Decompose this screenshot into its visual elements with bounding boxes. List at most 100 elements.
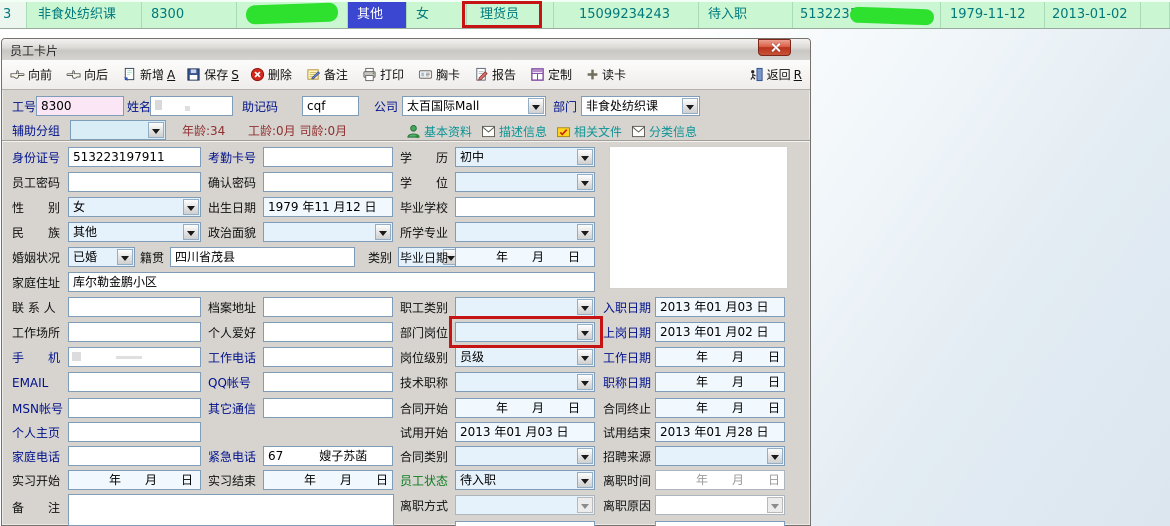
contract-start-field[interactable]: 年 月 日 — [455, 398, 595, 418]
birth-date-field[interactable]: 1979 年11 月12 日 — [263, 197, 393, 217]
home-phone-field[interactable] — [68, 446, 201, 466]
empno-field[interactable]: 8300 — [36, 96, 124, 116]
table-cell-status[interactable]: 待入职 — [699, 2, 793, 28]
major-select[interactable] — [455, 222, 595, 242]
native-place-field[interactable]: 四川省茂县 — [170, 247, 355, 267]
table-cell-empty[interactable] — [1141, 2, 1170, 28]
email-label: EMAIL — [12, 376, 48, 390]
toolbar-button-print[interactable]: 打印 — [362, 66, 407, 83]
onboard-date-field[interactable]: 2013 年01 月02 日 — [655, 322, 785, 342]
chevron-down-icon[interactable] — [183, 224, 199, 240]
tab-related-files[interactable]: 相关文件 — [556, 123, 622, 140]
gender-select[interactable]: 女 — [68, 197, 201, 217]
emp-status-select[interactable]: 待入职 — [455, 470, 595, 490]
grad-date-field[interactable]: 年 月 日 — [455, 247, 595, 267]
table-cell-empno[interactable]: 8300 — [142, 2, 237, 28]
chevron-down-icon[interactable] — [577, 374, 593, 390]
chevron-down-icon[interactable] — [577, 299, 593, 315]
ethnicity-select[interactable]: 其他 — [68, 222, 201, 242]
position-level-value: 员级 — [460, 350, 484, 364]
id-number-field[interactable]: 513223197911 — [68, 147, 201, 167]
table-cell-department[interactable]: 非食处纺织课 — [27, 2, 142, 28]
chevron-down-icon[interactable] — [148, 122, 164, 138]
toolbar-button-delete[interactable]: 删除 — [250, 66, 295, 83]
chevron-down-icon[interactable] — [183, 199, 199, 215]
toolbar-button-forward[interactable]: 向前 — [10, 66, 55, 83]
table-cell-ethnicity-selected[interactable]: 其他 — [348, 2, 407, 28]
row-number-cell[interactable]: 3 — [0, 2, 27, 28]
remark-textarea[interactable] — [68, 494, 394, 526]
work-date-field[interactable]: 年 月 日 — [655, 347, 785, 367]
toolbar-button-save[interactable]: 保存S — [186, 66, 239, 83]
confirm-password-field[interactable] — [263, 172, 393, 192]
home-address-field[interactable]: 库尔勒金鹏小区 — [68, 272, 595, 292]
toolbar-button-readcard[interactable]: 读卡 — [586, 66, 629, 83]
toolbar-button-backward[interactable]: 向后 — [66, 66, 111, 83]
mnemonic-field[interactable]: cqf — [302, 96, 359, 116]
toolbar-button-customize[interactable]: 定制 — [530, 66, 575, 83]
table-cell-gender[interactable]: 女 — [407, 2, 467, 28]
dialog-titlebar[interactable] — [2, 39, 810, 60]
table-cell-birthdate[interactable]: 1979-11-12 — [941, 2, 1045, 28]
workplace-field[interactable] — [68, 322, 201, 342]
toolbar-button-report[interactable]: 报告 — [474, 66, 519, 83]
chevron-down-icon[interactable] — [682, 98, 698, 114]
recruit-source-select[interactable] — [655, 446, 785, 466]
hire-date-field[interactable]: 2013 年01 月03 日 — [655, 297, 785, 317]
chevron-down-icon[interactable] — [577, 472, 593, 488]
chevron-down-icon[interactable] — [577, 224, 593, 240]
position-level-select[interactable]: 员级 — [455, 347, 595, 367]
attend-card-field[interactable] — [263, 147, 393, 167]
toolbar-button-new[interactable]: 新增A — [122, 66, 175, 83]
grad-school-field[interactable] — [455, 197, 595, 217]
tech-title-select[interactable] — [455, 372, 595, 392]
table-cell-phone[interactable]: 15099234243 — [554, 2, 699, 28]
marital-select[interactable]: 已婚 — [68, 247, 135, 267]
contract-type-select[interactable] — [455, 446, 595, 466]
department-select[interactable]: 非食处纺织课 — [581, 96, 700, 116]
probation-end-field[interactable]: 2013 年01 月28 日 — [655, 422, 785, 442]
tab-basic-info[interactable]: 基本资料 — [406, 123, 472, 140]
staff-category-select[interactable] — [455, 297, 595, 317]
political-select[interactable] — [263, 222, 393, 242]
msn-field[interactable] — [68, 398, 201, 418]
toolbar-button-return[interactable]: 返回R — [749, 66, 802, 83]
chevron-down-icon[interactable] — [577, 448, 593, 464]
degree-select[interactable] — [455, 172, 595, 192]
contact-person-field[interactable] — [68, 297, 201, 317]
chevron-down-icon[interactable] — [767, 448, 783, 464]
name-field[interactable] — [150, 96, 233, 116]
education-select[interactable]: 初中 — [455, 147, 595, 167]
auxgroup-select[interactable] — [70, 120, 166, 140]
tab-classification-info[interactable]: 分类信息 — [631, 123, 697, 140]
tab-label: 描述信息 — [499, 123, 547, 140]
emergency-phone-field[interactable]: 67 嫂子苏菡 — [263, 446, 393, 466]
title-date-field[interactable]: 年 月 日 — [655, 372, 785, 392]
chevron-down-icon[interactable] — [375, 224, 391, 240]
table-cell-hiredate[interactable]: 2013-01-02 — [1045, 2, 1141, 28]
chevron-down-icon[interactable] — [577, 174, 593, 190]
email-field[interactable] — [68, 372, 201, 392]
qq-field[interactable] — [263, 372, 393, 392]
chevron-down-icon[interactable] — [577, 149, 593, 165]
toolbar-button-note[interactable]: 备注 — [306, 66, 351, 83]
intern-end-field[interactable]: 年 月 日 — [263, 470, 393, 490]
emp-password-field[interactable] — [68, 172, 201, 192]
chevron-down-icon[interactable] — [528, 98, 544, 114]
age-stat: 年龄:34 — [182, 124, 225, 138]
education-value: 初中 — [460, 150, 484, 164]
close-button[interactable] — [758, 39, 791, 56]
tab-description-info[interactable]: 描述信息 — [481, 123, 547, 140]
hobby-field[interactable] — [263, 322, 393, 342]
company-select[interactable]: 太百国际Mall — [402, 96, 546, 116]
intern-start-field[interactable]: 年 月 日 — [68, 470, 201, 490]
archive-address-field[interactable] — [263, 297, 393, 317]
probation-start-field[interactable]: 2013 年01 月03 日 — [455, 422, 595, 442]
homepage-field[interactable] — [68, 422, 201, 442]
chevron-down-icon[interactable] — [117, 249, 133, 265]
chevron-down-icon[interactable] — [577, 349, 593, 365]
work-phone-field[interactable] — [263, 347, 393, 367]
other-contact-field[interactable] — [263, 398, 393, 418]
toolbar-button-badge[interactable]: 胸卡 — [418, 66, 463, 83]
contract-end-field[interactable]: 年 月 日 — [655, 398, 785, 418]
